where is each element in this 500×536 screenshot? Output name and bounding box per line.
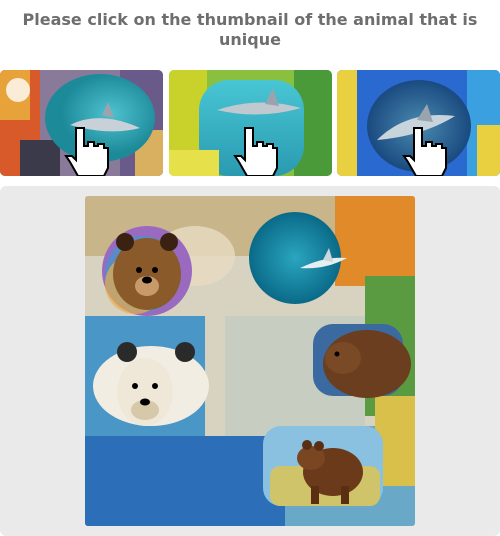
hand-pointer-icon bbox=[64, 127, 109, 176]
bears-and-shark-collage bbox=[85, 196, 415, 526]
hand-pointer-icon bbox=[402, 127, 447, 176]
hand-pointer-icon bbox=[233, 127, 278, 176]
thumbnail-row bbox=[0, 70, 500, 176]
challenge-main-image[interactable] bbox=[85, 196, 415, 526]
challenge-prompt: Please click on the thumbnail of the ani… bbox=[22, 10, 478, 49]
